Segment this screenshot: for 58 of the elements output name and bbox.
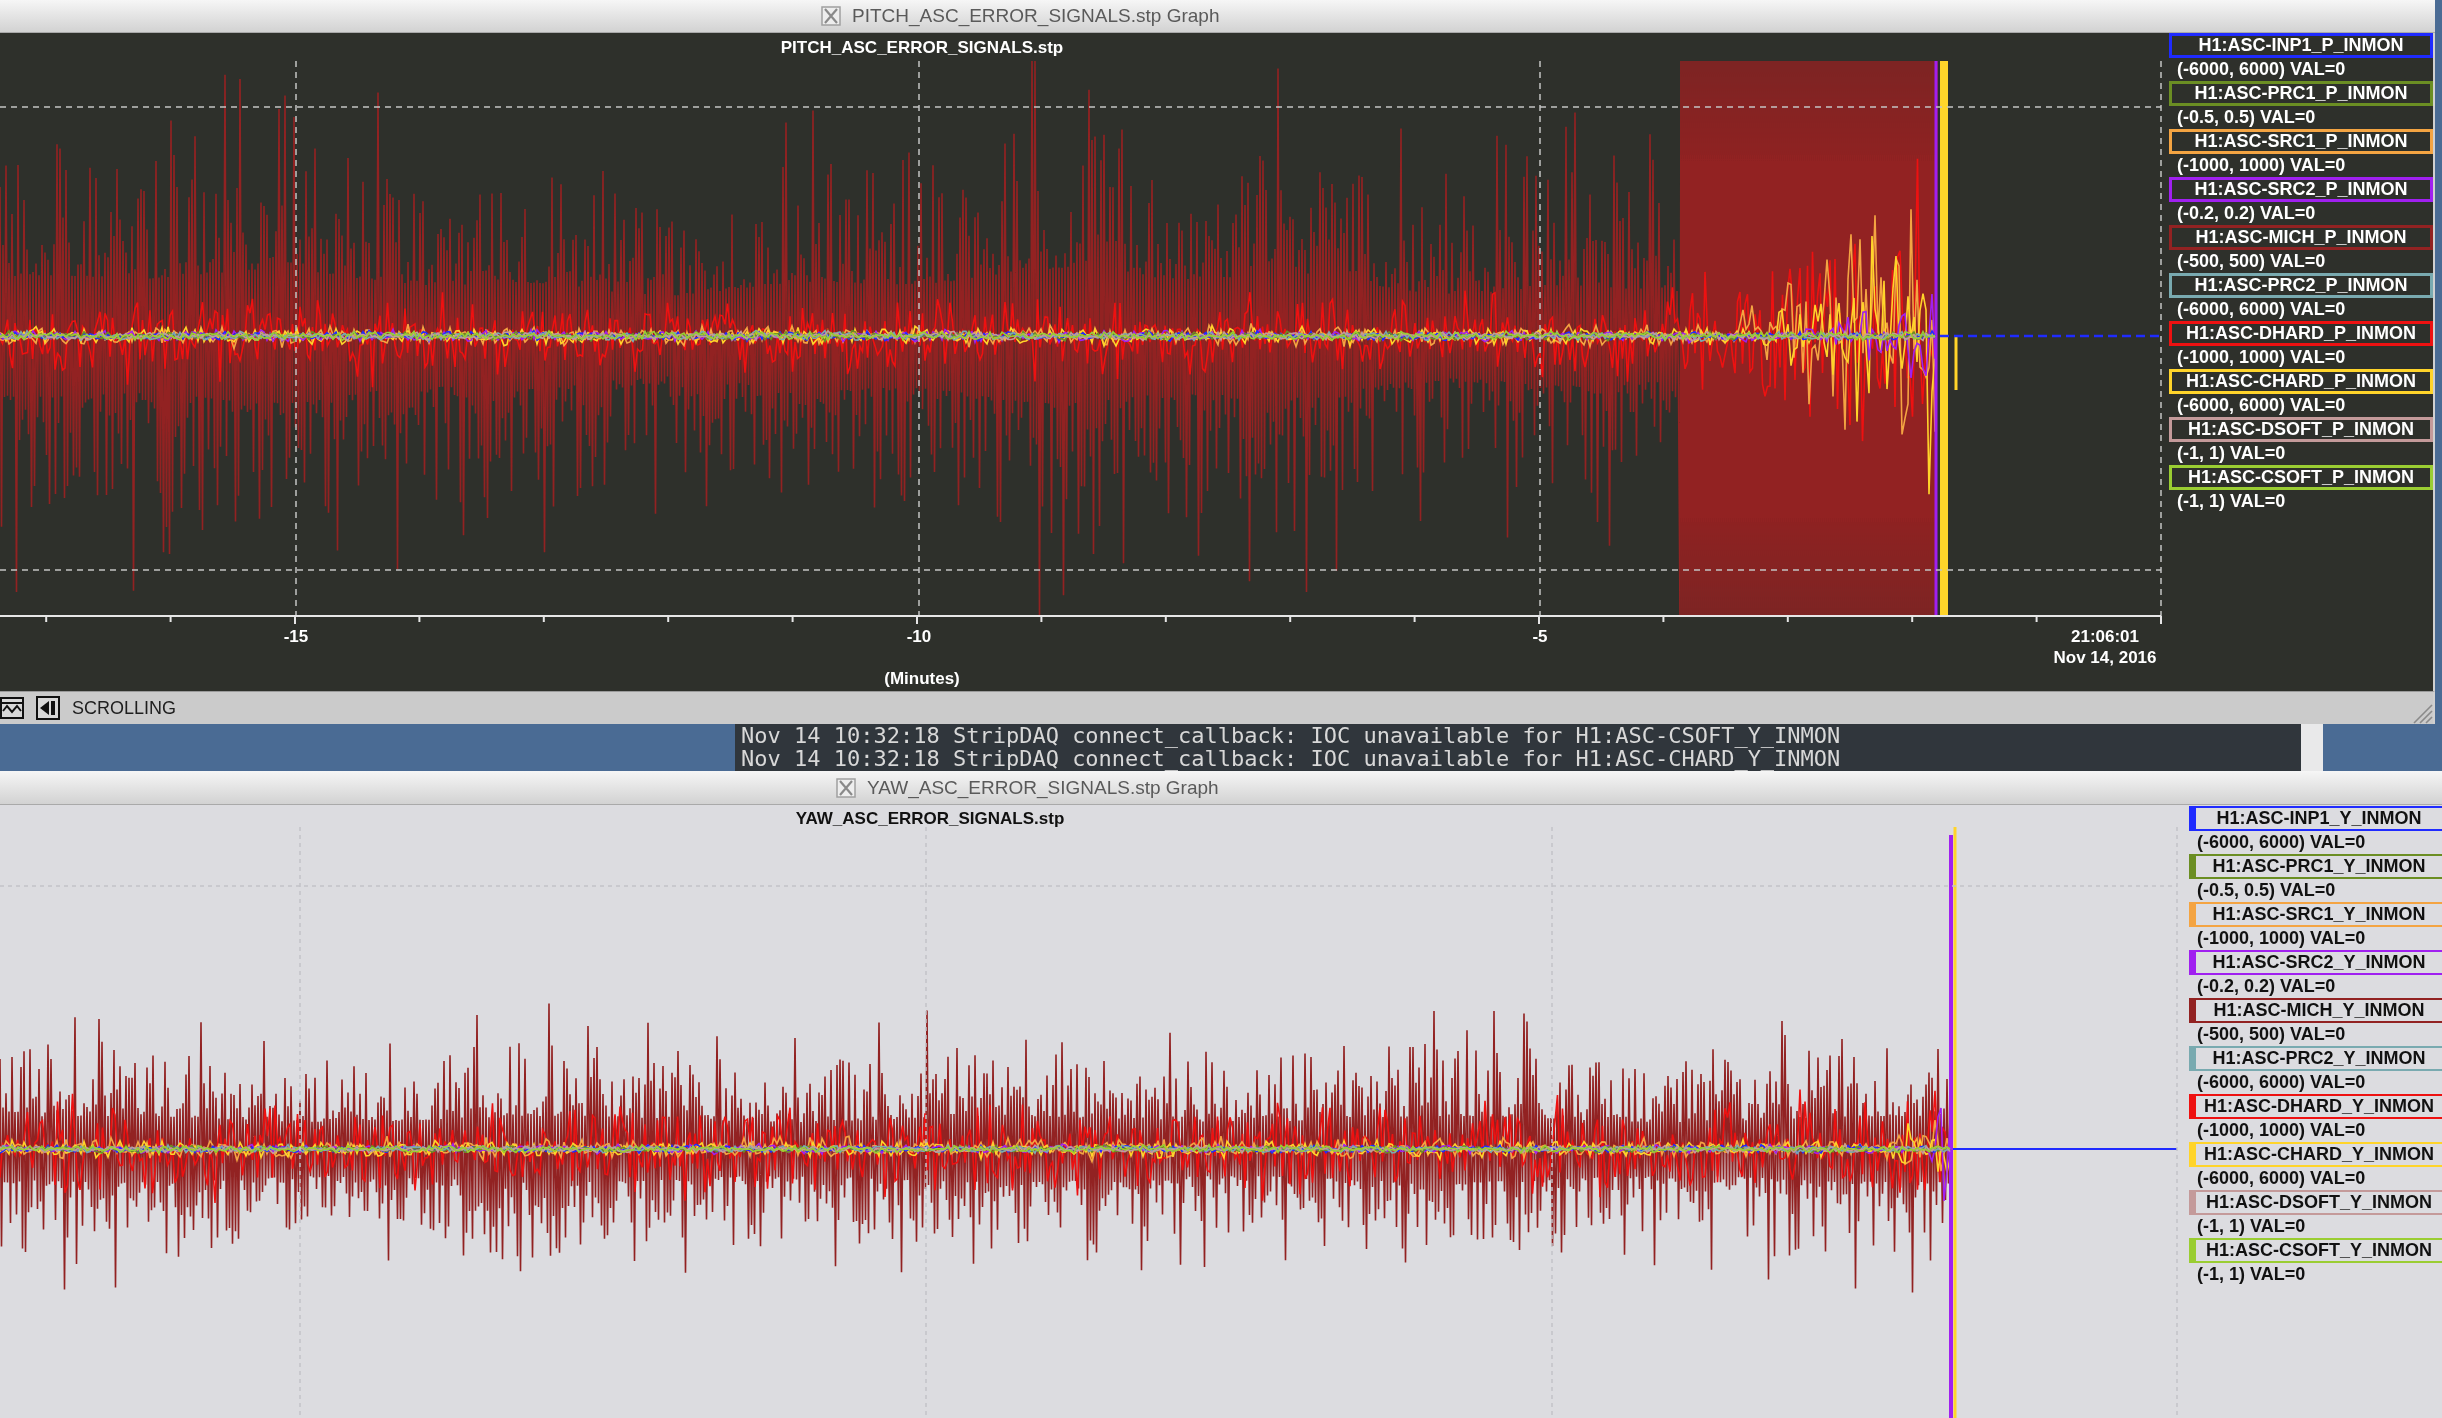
- legend-label[interactable]: H1:ASC-INP1_Y_INMON: [2189, 806, 2442, 831]
- legend-reading: (-0.2, 0.2) VAL=0: [2176, 202, 2317, 225]
- legend-label[interactable]: H1:ASC-DSOFT_P_INMON: [2169, 417, 2433, 442]
- legend-reading: (-6000, 6000) VAL=0: [2176, 58, 2347, 81]
- legend-reading: (-6000, 6000) VAL=0: [2176, 394, 2347, 417]
- axis-end-time: 21:06:01: [2070, 627, 2140, 646]
- legend-reading: (-500, 500) VAL=0: [2196, 1023, 2347, 1046]
- legend-label[interactable]: H1:ASC-DHARD_P_INMON: [2169, 321, 2433, 346]
- legend-label[interactable]: H1:ASC-SRC1_Y_INMON: [2189, 902, 2442, 927]
- terminal-line: Nov 14 10:32:18 StripDAQ connect_callback: IOC unavailable for H1:ASC-CHARD_Y_INMON: [741, 747, 1842, 770]
- legend-reading: (-1, 1) VAL=0: [2176, 490, 2287, 513]
- x-icon: [821, 6, 841, 26]
- legend-reading: (-6000, 6000) VAL=0: [2176, 298, 2347, 321]
- resize-grip-icon[interactable]: [2411, 702, 2433, 724]
- legend-reading: (-6000, 6000) VAL=0: [2196, 1071, 2367, 1094]
- x-icon: [836, 777, 856, 798]
- legend-reading: (-1, 1) VAL=0: [2196, 1215, 2307, 1238]
- window-title: PITCH_ASC_ERROR_SIGNALS.stp Graph: [852, 5, 1220, 27]
- mode-label: SCROLLING: [72, 697, 177, 719]
- legend-reading: (-0.2, 0.2) VAL=0: [2196, 975, 2337, 998]
- legend-label[interactable]: H1:ASC-SRC2_P_INMON: [2169, 177, 2433, 202]
- waveform-icon[interactable]: [0, 696, 24, 720]
- scrollbar-track[interactable]: [2301, 724, 2323, 771]
- legend-label[interactable]: H1:ASC-PRC1_P_INMON: [2169, 81, 2433, 106]
- legend-reading: (-1000, 1000) VAL=0: [2176, 346, 2347, 369]
- legend-reading: (-0.5, 0.5) VAL=0: [2176, 106, 2317, 129]
- legend-label[interactable]: H1:ASC-PRC2_Y_INMON: [2189, 1046, 2442, 1071]
- legend-label[interactable]: H1:ASC-DHARD_Y_INMON: [2189, 1094, 2442, 1119]
- legend-label[interactable]: H1:ASC-CHARD_P_INMON: [2169, 369, 2433, 394]
- legend-reading: (-6000, 6000) VAL=0: [2196, 1167, 2367, 1190]
- legend-label[interactable]: H1:ASC-PRC1_Y_INMON: [2189, 854, 2442, 879]
- legend-reading: (-1000, 1000) VAL=0: [2196, 927, 2367, 950]
- legend-label[interactable]: H1:ASC-DSOFT_Y_INMON: [2189, 1190, 2442, 1215]
- legend-label[interactable]: H1:ASC-INP1_P_INMON: [2169, 33, 2433, 58]
- axis-tick-label: -15: [283, 627, 309, 646]
- axis-title: (Minutes): [884, 669, 960, 688]
- legend-label[interactable]: H1:ASC-CSOFT_P_INMON: [2169, 465, 2433, 490]
- axis-tick-label: -10: [906, 627, 932, 646]
- plot-title: PITCH_ASC_ERROR_SIGNALS.stp: [780, 38, 1064, 57]
- legend-label[interactable]: H1:ASC-MICH_P_INMON: [2169, 225, 2433, 250]
- legend-label[interactable]: H1:ASC-SRC1_P_INMON: [2169, 129, 2433, 154]
- legend-reading: (-0.5, 0.5) VAL=0: [2196, 879, 2337, 902]
- legend-label[interactable]: H1:ASC-CHARD_Y_INMON: [2189, 1142, 2442, 1167]
- legend-reading: (-500, 500) VAL=0: [2176, 250, 2327, 273]
- legend-reading: (-6000, 6000) VAL=0: [2196, 831, 2367, 854]
- axis-tick-label: -5: [1532, 627, 1548, 646]
- legend-reading: (-1, 1) VAL=0: [2176, 442, 2287, 465]
- legend-label[interactable]: H1:ASC-SRC2_Y_INMON: [2189, 950, 2442, 975]
- legend-reading: (-1000, 1000) VAL=0: [2196, 1119, 2367, 1142]
- axis-end-date: Nov 14, 2016: [2053, 648, 2157, 667]
- legend-label[interactable]: H1:ASC-PRC2_P_INMON: [2169, 273, 2433, 298]
- legend-label[interactable]: H1:ASC-MICH_Y_INMON: [2189, 998, 2442, 1023]
- window-title: YAW_ASC_ERROR_SIGNALS.stp Graph: [867, 776, 1219, 799]
- legend-reading: (-1000, 1000) VAL=0: [2176, 154, 2347, 177]
- terminal-line: Nov 14 10:32:18 StripDAQ connect_callback: IOC unavailable for H1:ASC-CSOFT_Y_INMON: [741, 724, 1842, 747]
- plot-title: YAW_ASC_ERROR_SIGNALS.stp: [795, 809, 1065, 828]
- legend-label[interactable]: H1:ASC-CSOFT_Y_INMON: [2189, 1238, 2442, 1263]
- legend-reading: (-1, 1) VAL=0: [2196, 1263, 2307, 1286]
